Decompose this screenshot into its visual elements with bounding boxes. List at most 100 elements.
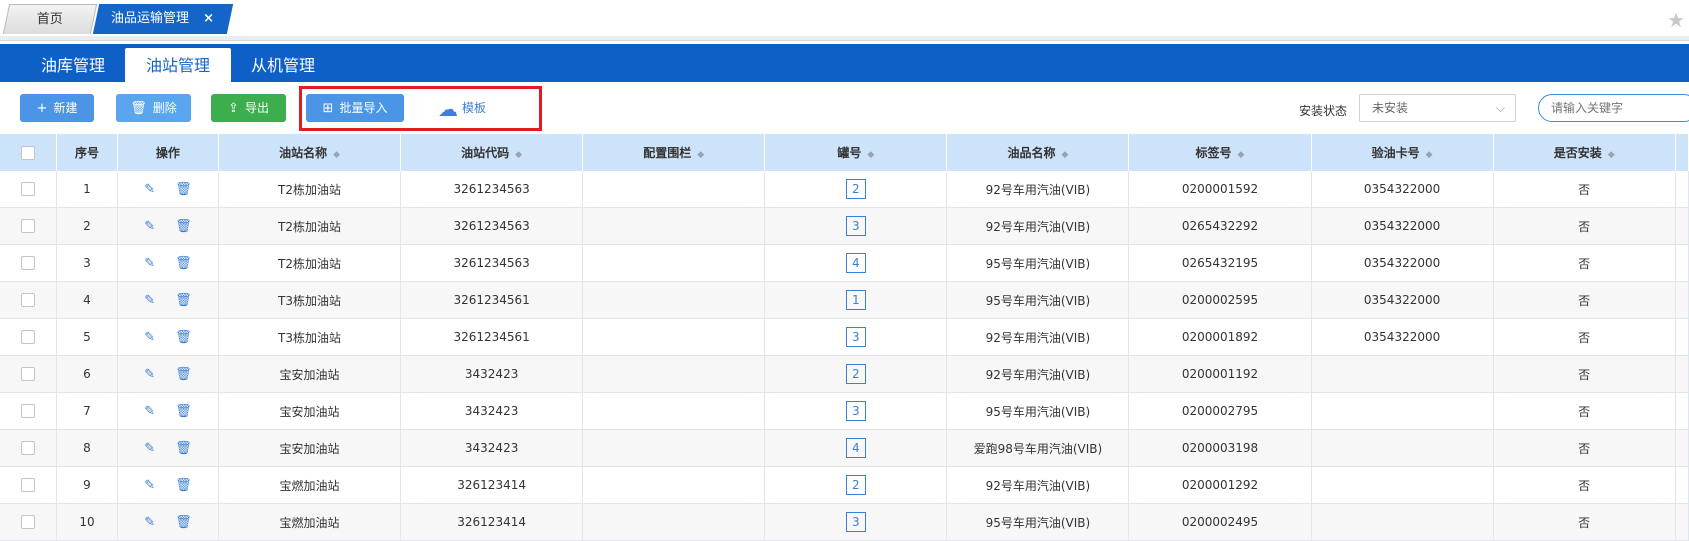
header-station-code[interactable]: 油站代码 ◆ [400, 134, 584, 171]
row-checkbox[interactable] [21, 367, 36, 382]
trash-icon[interactable]: 🗑 [175, 441, 192, 456]
table-row[interactable]: 1 ✎ 🗑 T2栋加油站 3261234563 2 92号车用汽油(VIB) 02000015… [0, 171, 1689, 208]
row-select-cell[interactable] [0, 281, 58, 319]
header-tag[interactable]: 标签号 ◆ [1128, 134, 1312, 171]
tank-number-link[interactable]: 1 [845, 290, 866, 310]
table-row[interactable]: 9 ✎ 🗑 宝燃加油站 326123414 2 92号车用汽油(VIB) 0200001292… [0, 466, 1689, 504]
table-row[interactable]: 5 ✎ 🗑 T3栋加油站 3261234561 3 92号车用汽油(VIB) 02000018… [0, 318, 1689, 356]
trash-icon[interactable]: 🗑 [175, 293, 192, 308]
row-checkbox[interactable] [21, 182, 36, 197]
row-checkbox[interactable] [21, 256, 36, 271]
tank-number-link[interactable]: 3 [845, 327, 866, 347]
tank-number-link[interactable]: 4 [845, 253, 866, 273]
tab-home[interactable]: 首页 [2, 4, 98, 34]
tank-number-link[interactable]: 3 [845, 401, 866, 421]
row-select-cell[interactable] [0, 355, 58, 393]
header-tank[interactable]: 罐号 ◆ [764, 134, 948, 171]
cell-card [1311, 503, 1494, 541]
table-row[interactable]: 7 ✎ 🗑 宝安加油站 3432423 3 95号车用汽油(VIB) 0200002795 否 [0, 392, 1689, 430]
sort-icon[interactable]: ◆ [697, 150, 704, 160]
cell-tag: 0200001892 [1128, 318, 1312, 356]
header-installed-label: 是否安装 [1553, 146, 1602, 160]
sort-icon[interactable]: ◆ [1426, 150, 1433, 160]
row-checkbox[interactable] [21, 478, 36, 493]
select-all-checkbox[interactable] [21, 145, 36, 160]
row-select-cell[interactable] [0, 318, 58, 356]
search-input[interactable] [1538, 94, 1689, 122]
row-checkbox[interactable] [21, 441, 36, 456]
row-checkbox[interactable] [21, 219, 36, 234]
trash-icon[interactable]: 🗑 [175, 182, 192, 197]
trash-icon[interactable]: 🗑 [175, 367, 192, 382]
cell-tank: 3 [764, 207, 948, 245]
table-row[interactable]: 2 ✎ 🗑 T2栋加油站 3261234563 3 92号车用汽油(VIB) 02654322… [0, 207, 1689, 245]
row-select-cell[interactable] [0, 466, 58, 504]
table-row[interactable]: 3 ✎ 🗑 T2栋加油站 3261234563 4 95号车用汽油(VIB) 02654321… [0, 244, 1689, 282]
edit-icon[interactable]: ✎ [144, 330, 155, 345]
install-status-select[interactable]: 未安装 ⌵ [1359, 94, 1516, 122]
sort-icon[interactable]: ◆ [1061, 150, 1068, 160]
row-checkbox[interactable] [21, 330, 36, 345]
row-checkbox[interactable] [21, 515, 36, 530]
row-checkbox[interactable] [21, 293, 36, 308]
header-fence[interactable]: 配置围栏 ◆ [582, 134, 766, 171]
row-select-cell[interactable] [0, 503, 58, 541]
close-icon[interactable]: × [204, 11, 215, 26]
row-select-cell[interactable] [0, 207, 58, 245]
trash-icon[interactable]: 🗑 [175, 404, 192, 419]
table-row[interactable]: 10 ✎ 🗑 宝燃加油站 326123414 3 95号车用汽油(VIB) 020000249… [0, 503, 1689, 541]
cell-filler [1675, 355, 1689, 393]
tab-depot-management[interactable]: 油库管理 [32, 48, 114, 82]
cell-card [1311, 466, 1494, 504]
edit-icon[interactable]: ✎ [144, 404, 155, 419]
sort-icon[interactable]: ◆ [1608, 150, 1615, 160]
edit-icon[interactable]: ✎ [144, 478, 155, 493]
row-select-cell[interactable] [0, 392, 58, 430]
edit-icon[interactable]: ✎ [144, 182, 155, 197]
trash-icon[interactable]: 🗑 [175, 515, 192, 530]
star-icon[interactable]: ★ [1667, 8, 1685, 32]
header-card[interactable]: 验油卡号 ◆ [1311, 134, 1494, 171]
add-button[interactable]: + 新建 [20, 94, 94, 122]
table-row[interactable]: 6 ✎ 🗑 宝安加油站 3432423 2 92号车用汽油(VIB) 0200001192 否 [0, 355, 1689, 393]
station-table: 序号 操作 油站名称 ◆ 油站代码 ◆ 配置围栏 ◆ 罐号 ◆ 油品名称 ◆ 标签号 ◆ 验… [0, 134, 1689, 541]
header-select-all[interactable] [0, 134, 58, 171]
sort-icon[interactable]: ◆ [1238, 150, 1245, 160]
delete-button[interactable]: 🗑 删除 [116, 94, 191, 122]
export-button[interactable]: ⇪ 导出 [211, 94, 286, 122]
trash-icon[interactable]: 🗑 [175, 219, 192, 234]
tab-oil-transport[interactable]: 油品运输管理 × [92, 4, 234, 34]
module-tab-bar: 油库管理 油站管理 从机管理 [0, 44, 1689, 82]
cell-operation: ✎ 🗑 [117, 318, 219, 356]
tab-slave-management[interactable]: 从机管理 [242, 48, 324, 82]
edit-icon[interactable]: ✎ [144, 256, 155, 271]
row-checkbox[interactable] [21, 404, 36, 419]
tank-number-link[interactable]: 4 [845, 438, 866, 458]
row-select-cell[interactable] [0, 244, 58, 282]
trash-icon[interactable]: 🗑 [175, 256, 192, 271]
tank-number-link[interactable]: 3 [845, 216, 866, 236]
tank-number-link[interactable]: 3 [845, 512, 866, 532]
trash-icon[interactable]: 🗑 [175, 478, 192, 493]
edit-icon[interactable]: ✎ [144, 515, 155, 530]
cell-station-code: 3432423 [400, 429, 584, 467]
tank-number-link[interactable]: 2 [845, 475, 866, 495]
table-row[interactable]: 8 ✎ 🗑 宝安加油站 3432423 4 爱跑98号车用汽油(VIB) 0200003198… [0, 429, 1689, 467]
sort-icon[interactable]: ◆ [333, 150, 340, 160]
tab-station-management[interactable]: 油站管理 [125, 48, 231, 82]
tank-number-link[interactable]: 2 [845, 364, 866, 384]
edit-icon[interactable]: ✎ [144, 293, 155, 308]
header-product[interactable]: 油品名称 ◆ [946, 134, 1130, 171]
trash-icon[interactable]: 🗑 [175, 330, 192, 345]
row-select-cell[interactable] [0, 429, 58, 467]
header-station-name[interactable]: 油站名称 ◆ [218, 134, 402, 171]
sort-icon[interactable]: ◆ [867, 150, 874, 160]
tank-number-link[interactable]: 2 [845, 179, 866, 199]
row-select-cell[interactable] [0, 171, 58, 208]
edit-icon[interactable]: ✎ [144, 441, 155, 456]
table-row[interactable]: 4 ✎ 🗑 T3栋加油站 3261234561 1 95号车用汽油(VIB) 02000025… [0, 281, 1689, 319]
edit-icon[interactable]: ✎ [144, 219, 155, 234]
edit-icon[interactable]: ✎ [144, 367, 155, 382]
sort-icon[interactable]: ◆ [515, 150, 522, 160]
header-installed[interactable]: 是否安装 ◆ [1493, 134, 1676, 171]
